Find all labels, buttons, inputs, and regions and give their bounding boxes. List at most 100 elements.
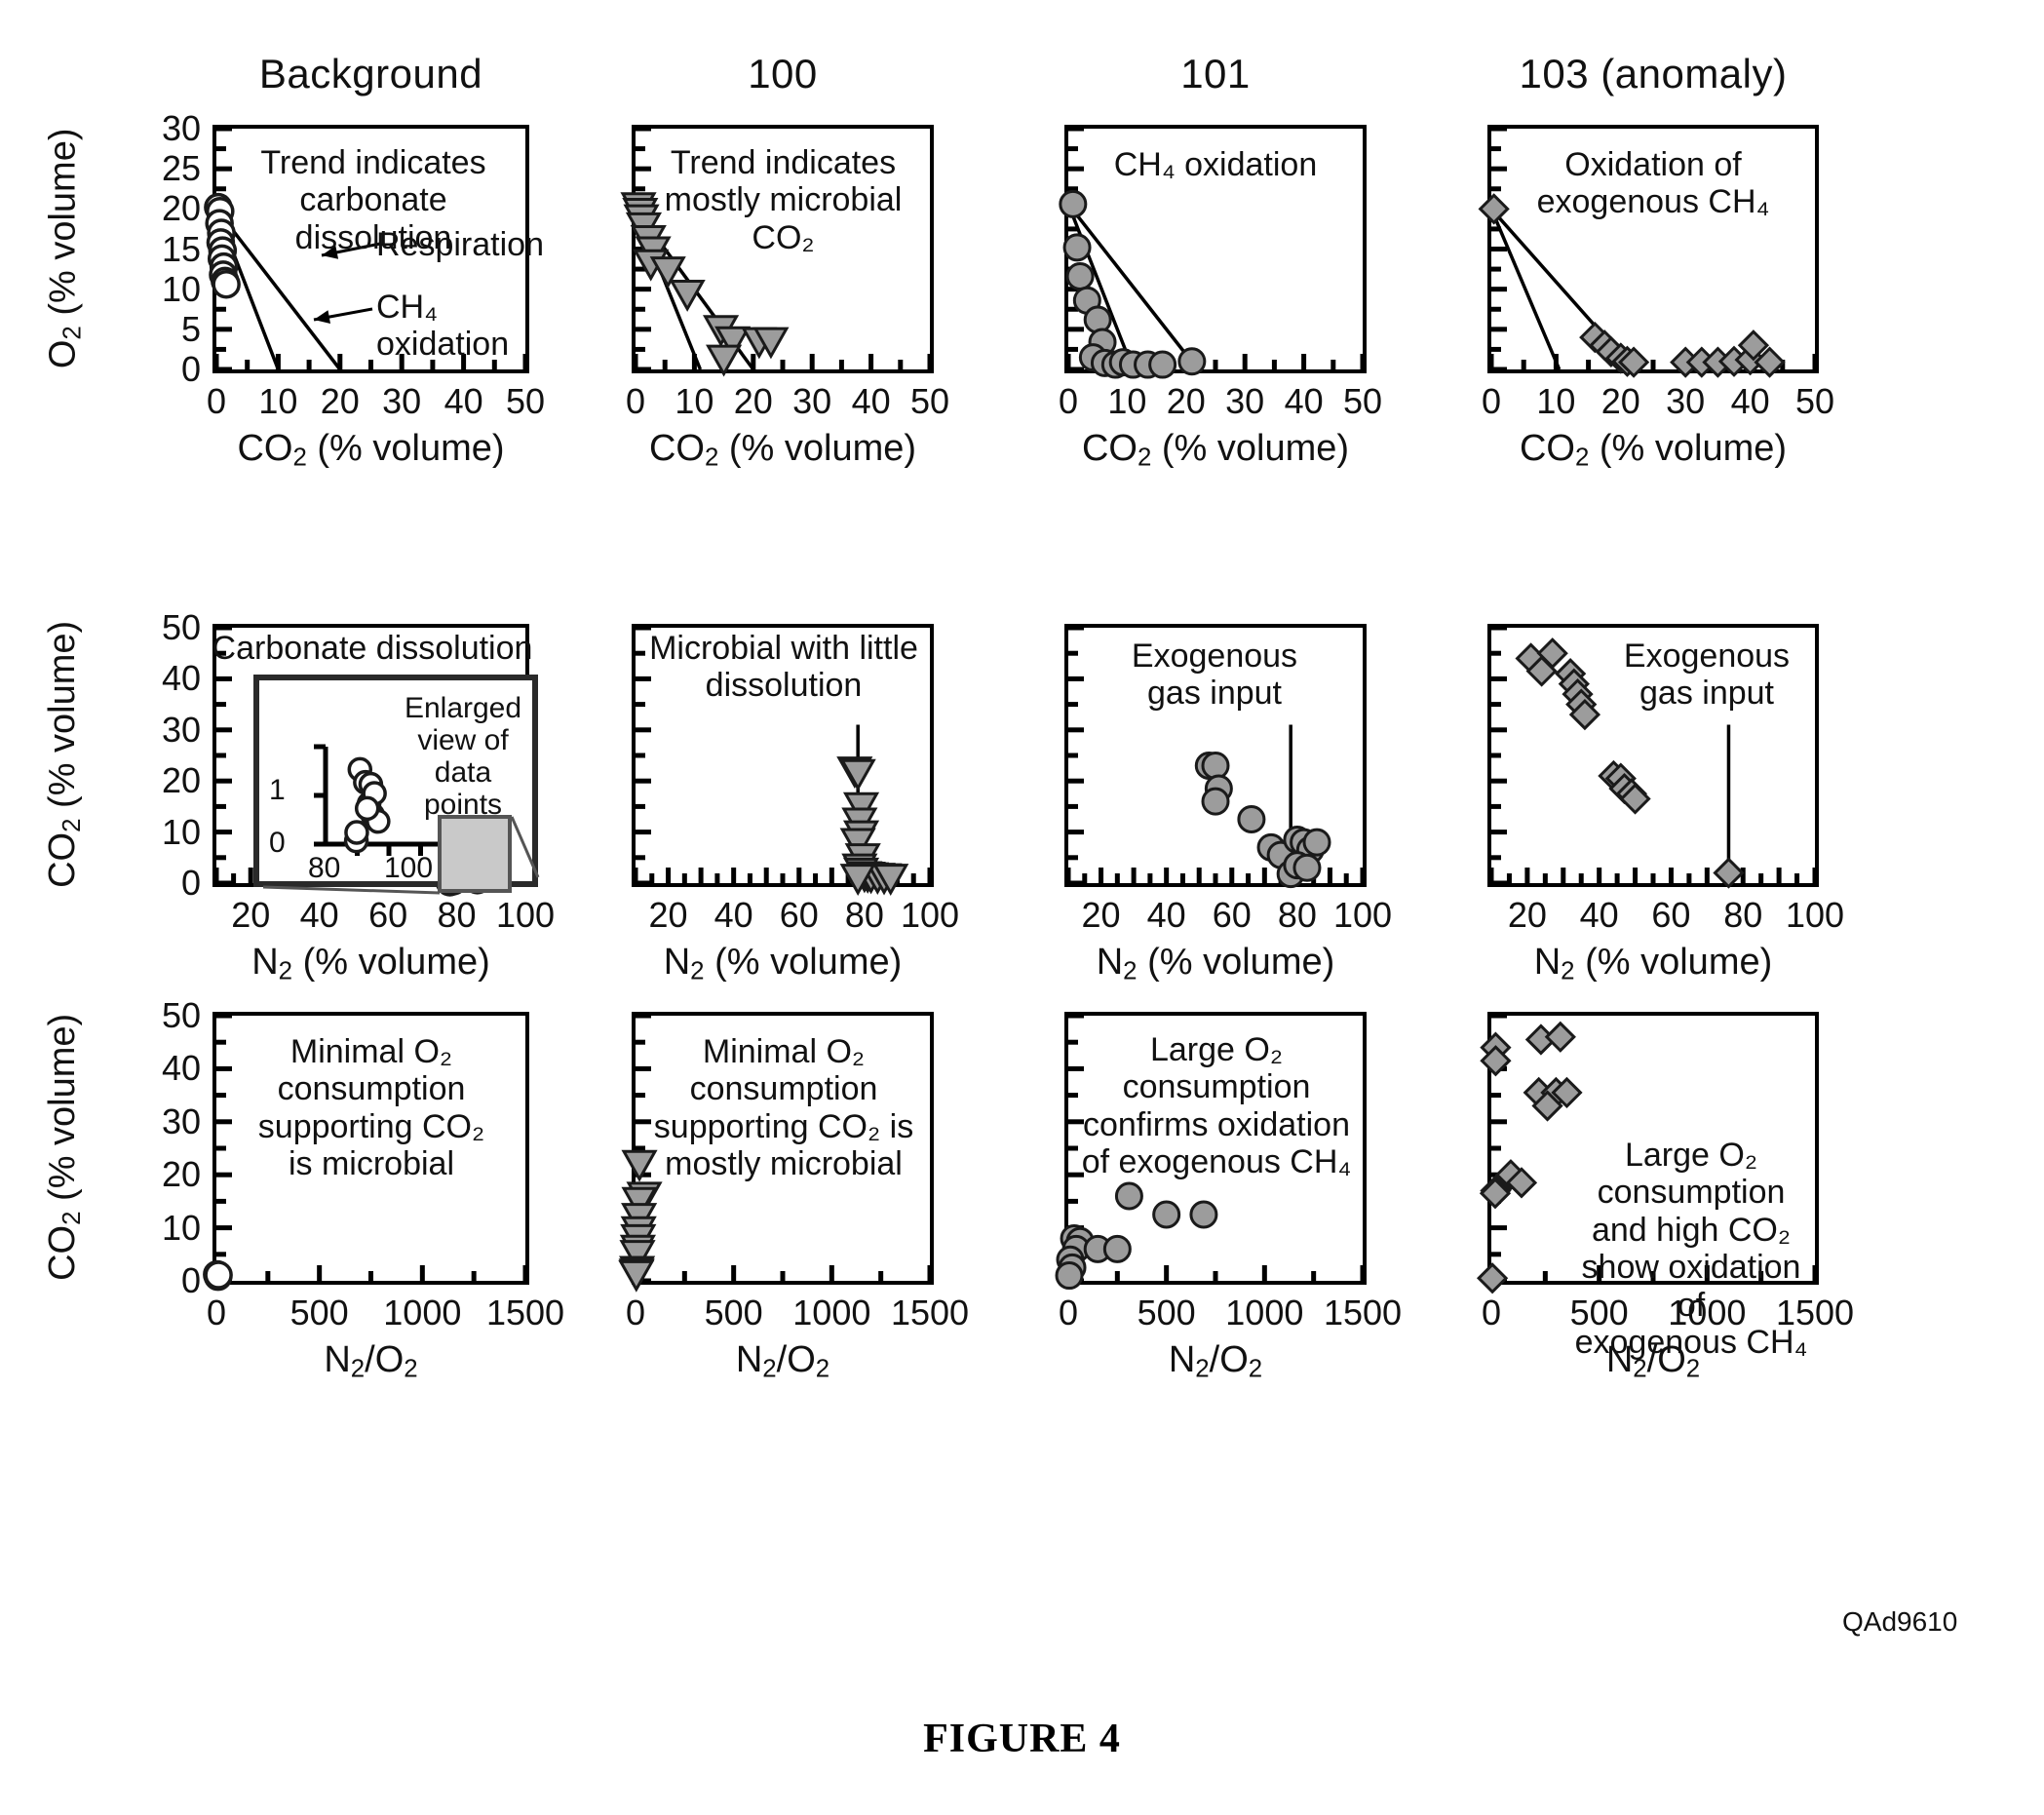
x-tick-label-row2: 60 [1651, 895, 1691, 935]
x-tick-label-row2: 80 [844, 895, 884, 935]
data-point-r2c3-3 [1201, 787, 1230, 816]
data-point-r1c4-0 [1478, 193, 1510, 225]
x-tick-label: 1000 [383, 1293, 462, 1332]
data-point-r1c3-1 [1062, 233, 1092, 262]
x-tick-label: 500 [289, 1293, 349, 1332]
inset-x-tick-label-100: 100 [384, 852, 434, 884]
inset-y-tick-label-1: 1 [269, 774, 286, 806]
x-tick-label: 50 [505, 381, 546, 421]
plot-canvas-r1c4 [1478, 126, 1818, 378]
x-tick-label: 40 [851, 381, 891, 421]
data-point-r1c3-0 [1059, 189, 1088, 218]
data-point-r2c3-4 [1237, 805, 1266, 833]
inset-data-point-1 [344, 820, 369, 845]
x-tick-label-row2: 100 [900, 895, 960, 935]
data-point-r1c1-10 [212, 269, 241, 299]
x-tick-label: 500 [1137, 1293, 1196, 1332]
plot-panel-r2c2 [632, 624, 934, 897]
x-tick-label: 1500 [1323, 1293, 1403, 1332]
plot-canvas-r3c3 [1055, 1013, 1366, 1291]
plot-canvas-r3c4 [1476, 1013, 1818, 1294]
plot-panel-r3c4 [1476, 1012, 1819, 1294]
x-tick-label: 1000 [792, 1293, 871, 1332]
x-axis-title-n2: N2 (% volume) [1533, 942, 1773, 985]
plot-canvas-r3c2 [618, 1013, 933, 1293]
x-tick-label: 10 [1536, 381, 1576, 421]
x-tick-label-row2: 20 [231, 895, 271, 935]
inset-label: Enlarged view of data points [404, 692, 522, 821]
inset-y-tick-label-0: 0 [269, 827, 286, 859]
y-tick-label: 20 [161, 188, 201, 229]
x-tick-label-row2: 80 [1723, 895, 1763, 935]
data-point-r3c3-7 [1102, 1234, 1132, 1263]
data-point-r1c2-11 [706, 344, 743, 377]
figure-caption: FIGURE 4 [923, 1717, 1121, 1761]
plot-panel-r2c4 [1487, 624, 1819, 889]
y-tick-label: 0 [180, 863, 201, 903]
plot-panel-r3c1 [203, 1012, 529, 1292]
y-tick-label: 30 [161, 108, 201, 148]
x-tick-label: 50 [1342, 381, 1383, 421]
x-tick-label: 0 [625, 381, 646, 421]
x-tick-label: 40 [1284, 381, 1324, 421]
x-tick-label-row2: 40 [1579, 895, 1619, 935]
x-tick-label-row2: 100 [1785, 895, 1845, 935]
x-tick-label: 40 [1730, 381, 1770, 421]
data-point-r1c3-2 [1065, 261, 1095, 290]
plot-panel-r3c3 [1055, 1012, 1367, 1291]
y-tick-label: 20 [161, 1154, 201, 1195]
y-axis-title-co2-row3: CO2 (% volume) [42, 1013, 86, 1281]
x-tick-label: 20 [320, 381, 360, 421]
y-tick-label: 15 [161, 228, 201, 269]
x-tick-label: 50 [1794, 381, 1835, 421]
x-tick-label-row2: 60 [1212, 895, 1252, 935]
x-tick-label: 40 [444, 381, 483, 421]
x-tick-label: 500 [704, 1293, 763, 1332]
data-point-r1c3-13 [1177, 347, 1207, 376]
x-tick-label: 1500 [890, 1293, 970, 1332]
y-tick-label: 10 [161, 268, 201, 309]
x-tick-label: 0 [1481, 381, 1502, 421]
plot-canvas-r1c2 [620, 126, 933, 377]
respiration-leader-arrow [321, 242, 381, 259]
x-tick-label: 30 [1225, 381, 1265, 421]
x-tick-label-row2: 20 [648, 895, 688, 935]
x-tick-label: 10 [258, 381, 298, 421]
x-axis-title-ratio: N2/O2 [1605, 1339, 1701, 1383]
data-point-r2c3-1 [1201, 751, 1230, 780]
x-axis-title-ratio: N2/O2 [1168, 1339, 1263, 1383]
data-point-r1c3-12 [1148, 350, 1177, 379]
x-tick-label: 20 [733, 381, 773, 421]
plot-panel-r2c3 [1064, 624, 1367, 889]
x-tick-label: 0 [625, 1293, 646, 1332]
x-axis-title-co2: CO2 (% volume) [1081, 428, 1350, 472]
x-tick-label: 20 [1166, 381, 1206, 421]
x-tick-label-row2: 100 [495, 895, 556, 935]
figure-code: QAd9610 [1842, 1606, 1958, 1637]
plot-canvas-r2c3 [1065, 625, 1366, 889]
x-tick-label-row2: 40 [713, 895, 753, 935]
x-axis-title-n2: N2 (% volume) [663, 942, 903, 985]
y-tick-label: 50 [161, 607, 201, 647]
data-point-r3c3-2 [1189, 1200, 1218, 1229]
y-tick-label: 30 [161, 1101, 201, 1141]
plot-panel-r1c3 [1059, 125, 1367, 379]
plot-canvas-r1c1 [204, 126, 528, 372]
x-tick-label: 1500 [1775, 1293, 1855, 1332]
x-tick-label-row2: 60 [779, 895, 819, 935]
column-header-site101: 101 [1180, 51, 1251, 97]
column-header-background: Background [258, 51, 483, 97]
inset-leader-line-1 [262, 885, 441, 895]
x-tick-label: 0 [1058, 381, 1079, 421]
data-point-r3c3-10 [1055, 1261, 1084, 1291]
data-point-r3c1-3 [204, 1260, 233, 1290]
x-tick-label: 30 [382, 381, 422, 421]
inset-data-point-9 [354, 795, 380, 822]
column-header-site100: 100 [748, 51, 818, 97]
figure-4-panel-grid: Background 100 101 103 (anomaly) 0 10 20 30 40 50… [0, 0, 2044, 1815]
x-tick-label-row2: 80 [437, 895, 477, 935]
data-point-r3c3-1 [1152, 1200, 1181, 1229]
x-axis-title-co2: CO2 (% volume) [237, 428, 505, 472]
x-tick-label: 30 [792, 381, 832, 421]
x-tick-label: 1000 [1225, 1293, 1304, 1332]
